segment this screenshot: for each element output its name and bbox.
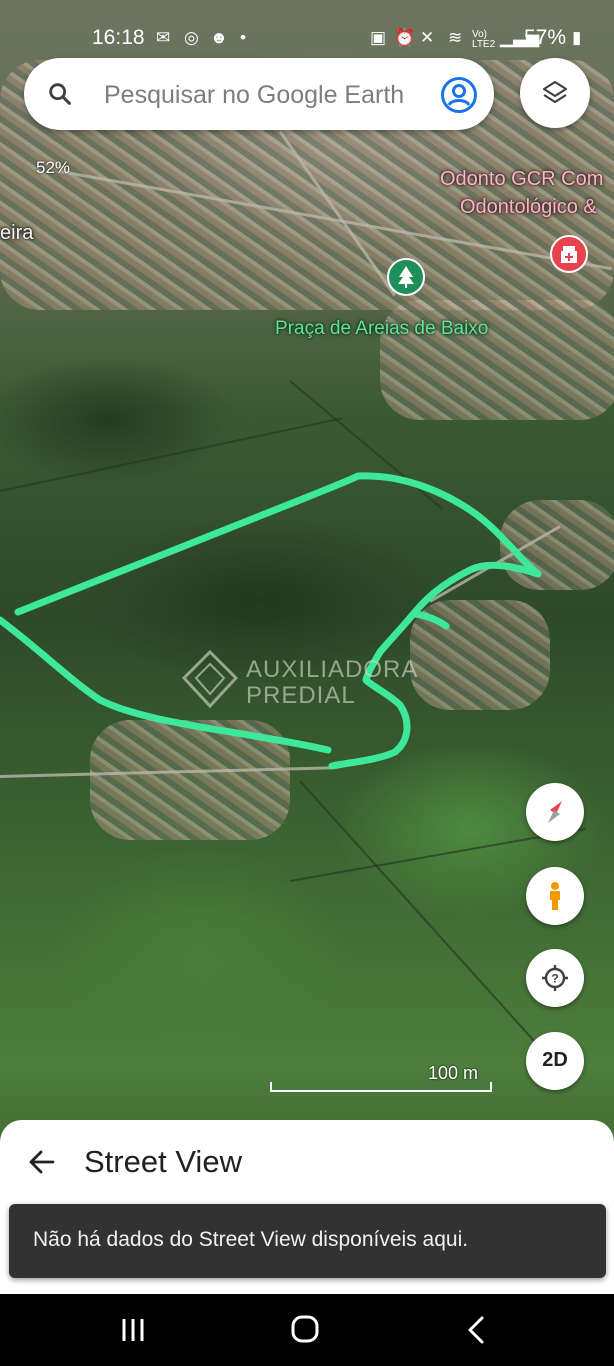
person-icon: ☻ [210, 28, 228, 47]
svg-text:?: ? [551, 972, 558, 986]
watermark-text-line2: PREDIAL [246, 682, 356, 709]
watermark-logo-icon [181, 649, 239, 709]
layers-icon [542, 80, 568, 104]
watermark: AUXILIADORA PREDIAL [181, 649, 417, 715]
notification-icon: ✉ [156, 28, 171, 47]
back-icon[interactable] [458, 1314, 498, 1346]
street-view-button[interactable] [526, 867, 584, 925]
pegman-icon [550, 882, 560, 910]
location-icon: ? [542, 965, 568, 991]
2d-toggle-button[interactable]: 2D [526, 1032, 584, 1090]
account-icon[interactable] [440, 76, 478, 114]
status-bar: 16:18 ✉ ◎ ☻ • ▣ ⏰ ✕ ≋ Vo) LTE2 ▁▃▅ 57% ▮ [0, 18, 614, 58]
layers-button[interactable] [520, 58, 590, 128]
poi-dental-label[interactable]: Odonto GCR Com [440, 168, 603, 191]
battery-icon: ▮ [572, 28, 582, 47]
2d-label: 2D [542, 1049, 568, 1071]
search-icon[interactable] [46, 80, 74, 108]
sheet-title: Street View [84, 1144, 242, 1179]
home-icon[interactable] [285, 1314, 325, 1346]
status-time: 16:18 [92, 26, 145, 49]
battery-percent: 57% [524, 26, 567, 49]
snackbar: Não há dados do Street View disponíveis … [9, 1204, 606, 1278]
park-pin-icon[interactable] [387, 258, 425, 296]
lock-icon: ▣ [370, 28, 387, 47]
scale-label: 100 m [428, 1063, 479, 1083]
dot-icon: • [240, 28, 246, 47]
street-view-sheet: Street View Não há dados do Street View … [0, 1120, 614, 1294]
park-label[interactable]: Praça de Areias de Baixo [275, 318, 488, 340]
compass-button[interactable] [526, 783, 584, 841]
alarm-icon: ⏰ [394, 28, 416, 47]
search-bar[interactable] [24, 58, 494, 130]
snackbar-message: Não há dados do Street View disponíveis … [33, 1228, 469, 1251]
map-label-partial: eira [0, 222, 34, 244]
mute-icon: ✕ [420, 28, 435, 47]
poi-dental-label-line2[interactable]: Odontológico & [460, 196, 597, 219]
back-arrow-icon[interactable] [28, 1148, 56, 1176]
map-label-percent: 52% [36, 158, 71, 177]
search-input[interactable] [102, 74, 426, 116]
wifi-icon: ≋ [448, 28, 463, 47]
scale-bar [270, 1082, 492, 1092]
compass-icon [548, 801, 562, 823]
my-location-button[interactable]: ? [526, 949, 584, 1007]
signal-text: Vo) LTE2 [472, 29, 496, 50]
app-icon: ◎ [184, 28, 199, 47]
watermark-text: AUXILIADORA [246, 656, 419, 683]
medical-pin-icon[interactable] [550, 235, 588, 273]
recents-icon[interactable] [114, 1314, 154, 1346]
system-nav-bar [0, 1294, 614, 1366]
